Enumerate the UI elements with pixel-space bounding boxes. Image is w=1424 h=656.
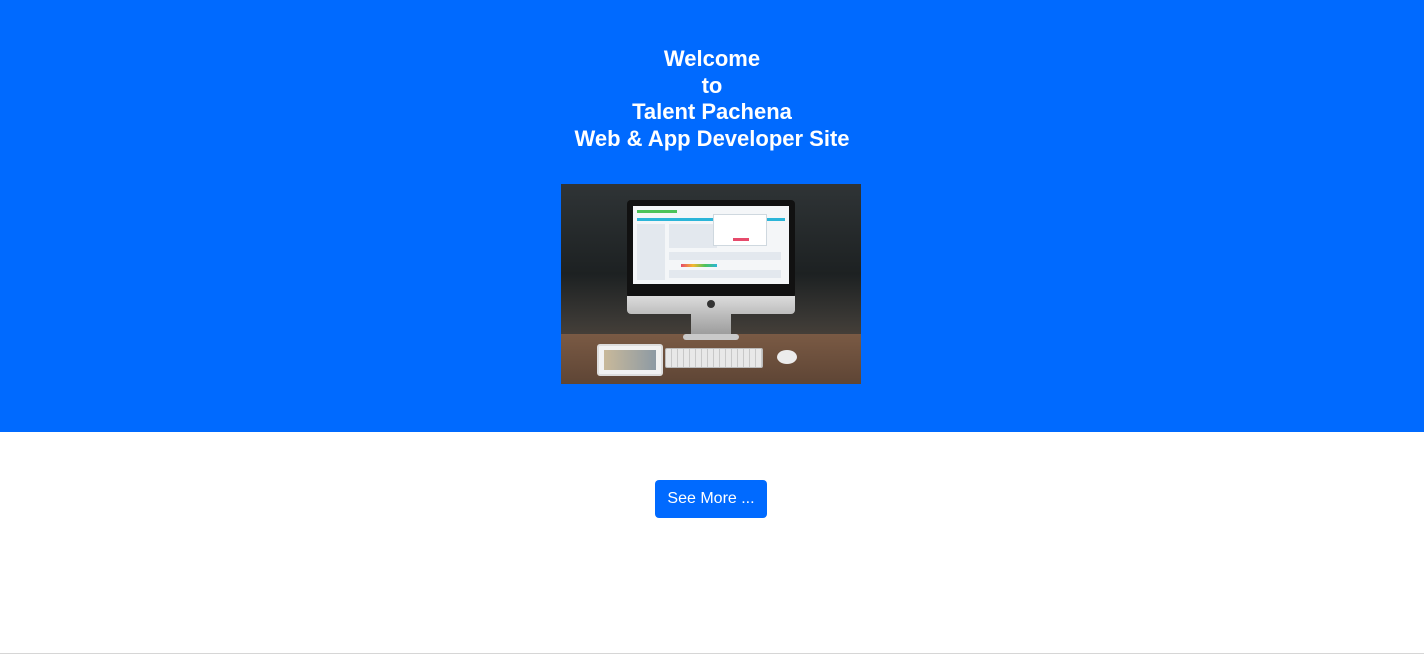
hero-title-line: Web & App Developer Site bbox=[574, 125, 850, 151]
hero-image bbox=[561, 184, 861, 384]
imac-screen bbox=[633, 206, 789, 284]
divider bbox=[0, 653, 1424, 654]
keyboard bbox=[665, 348, 763, 368]
mouse bbox=[777, 350, 797, 364]
hero-title-line: Welcome bbox=[663, 46, 761, 71]
imac-stand bbox=[691, 314, 731, 336]
see-more-button[interactable]: See More ... bbox=[655, 480, 767, 518]
hero-title-line: to bbox=[701, 72, 723, 98]
apple-logo-icon bbox=[707, 300, 715, 308]
tablet bbox=[597, 344, 663, 376]
hero-banner: Welcome to Talent Pachena Web & App Deve… bbox=[0, 0, 1424, 432]
hero-title: Welcome to Talent Pachena Web & App Deve… bbox=[0, 46, 1424, 152]
imac-foot bbox=[683, 334, 739, 340]
hero-title-line: Talent Pachena bbox=[632, 99, 792, 124]
